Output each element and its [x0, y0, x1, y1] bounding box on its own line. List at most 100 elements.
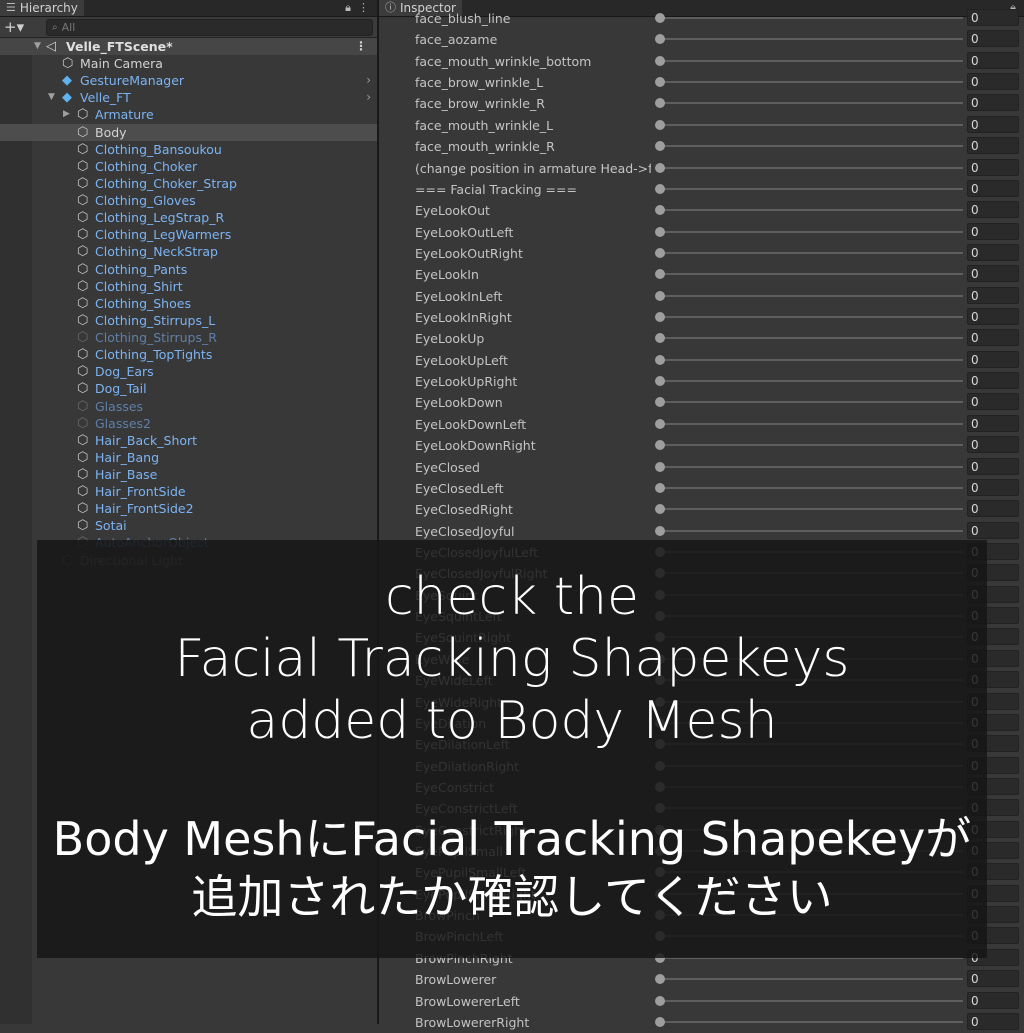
chevron-right-icon[interactable]: ›: [366, 89, 371, 106]
blendshape-slider-track[interactable]: [661, 102, 963, 104]
blendshape-slider-knob[interactable]: [655, 397, 665, 407]
blendshape-slider-track[interactable]: [661, 423, 963, 425]
hierarchy-item[interactable]: ⬡ Dog_Tail: [0, 380, 377, 397]
hierarchy-item[interactable]: ⬡ Main Camera: [0, 55, 377, 72]
hierarchy-item[interactable]: ⬡ Clothing_Bansoukou: [0, 141, 377, 158]
hierarchy-item[interactable]: ⬡ Clothing_Choker_Strap: [0, 175, 377, 192]
blendshape-slider-knob[interactable]: [655, 419, 665, 429]
hierarchy-item[interactable]: ⬡ Clothing_LegStrap_R: [0, 209, 377, 226]
hierarchy-item[interactable]: ▶ ⬡ Armature: [0, 106, 377, 123]
blendshape-slider-track[interactable]: [661, 359, 963, 361]
blendshape-slider-knob[interactable]: [655, 312, 665, 322]
blendshape-slider-knob[interactable]: [655, 291, 665, 301]
blendshape-value-field[interactable]: 0: [967, 201, 1019, 218]
blendshape-slider-track[interactable]: [661, 231, 963, 233]
blendshape-value-field[interactable]: 0: [967, 287, 1019, 304]
hierarchy-item[interactable]: ⬡ Hair_Base: [0, 466, 377, 483]
hierarchy-item[interactable]: ⬡ Hair_Bang: [0, 449, 377, 466]
blendshape-slider-knob[interactable]: [655, 227, 665, 237]
tab-hierarchy[interactable]: ☰ Hierarchy: [0, 0, 84, 16]
more-options-icon[interactable]: ⋮: [358, 0, 369, 16]
blendshape-value-field[interactable]: 0: [967, 393, 1019, 410]
blendshape-value-field[interactable]: 0: [967, 992, 1019, 1009]
blendshape-slider-track[interactable]: [661, 167, 963, 169]
blendshape-slider-knob[interactable]: [655, 141, 665, 151]
blendshape-slider-track[interactable]: [661, 1000, 963, 1002]
blendshape-slider-track[interactable]: [661, 17, 963, 19]
hierarchy-search[interactable]: ⌕: [46, 19, 373, 36]
blendshape-slider-track[interactable]: [661, 252, 963, 254]
blendshape-value-field[interactable]: 0: [967, 159, 1019, 176]
blendshape-value-field[interactable]: 0: [967, 436, 1019, 453]
blendshape-value-field[interactable]: 0: [967, 500, 1019, 517]
blendshape-value-field[interactable]: 0: [967, 180, 1019, 197]
blendshape-value-field[interactable]: 0: [967, 244, 1019, 261]
hierarchy-item[interactable]: ⬡ Clothing_Choker: [0, 158, 377, 175]
hierarchy-item[interactable]: ⬡ Clothing_LegWarmers: [0, 226, 377, 243]
blendshape-slider-track[interactable]: [661, 401, 963, 403]
blendshape-slider-knob[interactable]: [655, 1017, 665, 1027]
blendshape-slider-knob[interactable]: [655, 483, 665, 493]
hierarchy-item[interactable]: ⬡ Hair_FrontSide: [0, 483, 377, 500]
hierarchy-item[interactable]: ⬡ Clothing_NeckStrap: [0, 243, 377, 260]
blendshape-slider-knob[interactable]: [655, 504, 665, 514]
blendshape-slider-track[interactable]: [661, 295, 963, 297]
hierarchy-item[interactable]: ⬡ Clothing_Shirt: [0, 278, 377, 295]
blendshape-slider-knob[interactable]: [655, 974, 665, 984]
blendshape-slider-knob[interactable]: [655, 996, 665, 1006]
blendshape-slider-track[interactable]: [661, 466, 963, 468]
blendshape-slider-knob[interactable]: [655, 56, 665, 66]
hierarchy-item[interactable]: ◆ GestureManager ›: [0, 72, 377, 89]
blendshape-slider-knob[interactable]: [655, 248, 665, 258]
blendshape-value-field[interactable]: 0: [967, 415, 1019, 432]
blendshape-value-field[interactable]: 0: [967, 970, 1019, 987]
blendshape-slider-track[interactable]: [661, 124, 963, 126]
blendshape-slider-track[interactable]: [661, 209, 963, 211]
blendshape-value-field[interactable]: 0: [967, 94, 1019, 111]
blendshape-slider-knob[interactable]: [655, 163, 665, 173]
blendshape-value-field[interactable]: 0: [967, 308, 1019, 325]
hierarchy-item[interactable]: ⬡ Clothing_Stirrups_L: [0, 312, 377, 329]
blendshape-slider-knob[interactable]: [655, 269, 665, 279]
add-object-button[interactable]: +▾: [4, 18, 24, 36]
blendshape-slider-knob[interactable]: [655, 34, 665, 44]
blendshape-slider-knob[interactable]: [655, 376, 665, 386]
blendshape-slider-knob[interactable]: [655, 184, 665, 194]
hierarchy-item[interactable]: ⬡ Clothing_Gloves: [0, 192, 377, 209]
blendshape-slider-knob[interactable]: [655, 462, 665, 472]
hierarchy-item[interactable]: ⬡ Body: [0, 124, 377, 141]
hierarchy-item[interactable]: ⬡ Glasses2: [0, 415, 377, 432]
blendshape-slider-track[interactable]: [661, 444, 963, 446]
blendshape-value-field[interactable]: 0: [967, 479, 1019, 496]
blendshape-slider-track[interactable]: [661, 273, 963, 275]
blendshape-slider-knob[interactable]: [655, 440, 665, 450]
hierarchy-item[interactable]: ⬡ Hair_Back_Short: [0, 432, 377, 449]
hierarchy-item[interactable]: ⬡ Hair_FrontSide2: [0, 500, 377, 517]
scene-row[interactable]: ▼ ◁ Velle_FTScene* ⋮: [0, 38, 377, 55]
hierarchy-item[interactable]: ⬡ Glasses: [0, 398, 377, 415]
blendshape-slider-track[interactable]: [661, 188, 963, 190]
blendshape-value-field[interactable]: 0: [967, 223, 1019, 240]
hierarchy-item[interactable]: ⬡ Clothing_TopTights: [0, 346, 377, 363]
blendshape-value-field[interactable]: 0: [967, 329, 1019, 346]
blendshape-slider-knob[interactable]: [655, 77, 665, 87]
hierarchy-item[interactable]: ⬡ Clothing_Stirrups_R: [0, 329, 377, 346]
blendshape-value-field[interactable]: 0: [967, 9, 1019, 26]
collapse-arrow-icon[interactable]: ▶: [63, 106, 70, 123]
blendshape-slider-track[interactable]: [661, 81, 963, 83]
blendshape-slider-track[interactable]: [661, 316, 963, 318]
blendshape-value-field[interactable]: 0: [967, 372, 1019, 389]
blendshape-slider-track[interactable]: [661, 380, 963, 382]
blendshape-slider-knob[interactable]: [655, 355, 665, 365]
blendshape-slider-knob[interactable]: [655, 526, 665, 536]
blendshape-value-field[interactable]: 0: [967, 73, 1019, 90]
scene-menu-icon[interactable]: ⋮: [355, 38, 367, 55]
blendshape-slider-track[interactable]: [661, 487, 963, 489]
expand-arrow-icon[interactable]: ▼: [48, 89, 55, 106]
hierarchy-item[interactable]: ⬡ Clothing_Shoes: [0, 295, 377, 312]
hierarchy-item[interactable]: ⬡ Sotai: [0, 517, 377, 534]
blendshape-value-field[interactable]: 0: [967, 458, 1019, 475]
blendshape-slider-track[interactable]: [661, 508, 963, 510]
hierarchy-item[interactable]: ⬡ Clothing_Pants: [0, 261, 377, 278]
hierarchy-item[interactable]: ▼ ◆ Velle_FT ›: [0, 89, 377, 106]
